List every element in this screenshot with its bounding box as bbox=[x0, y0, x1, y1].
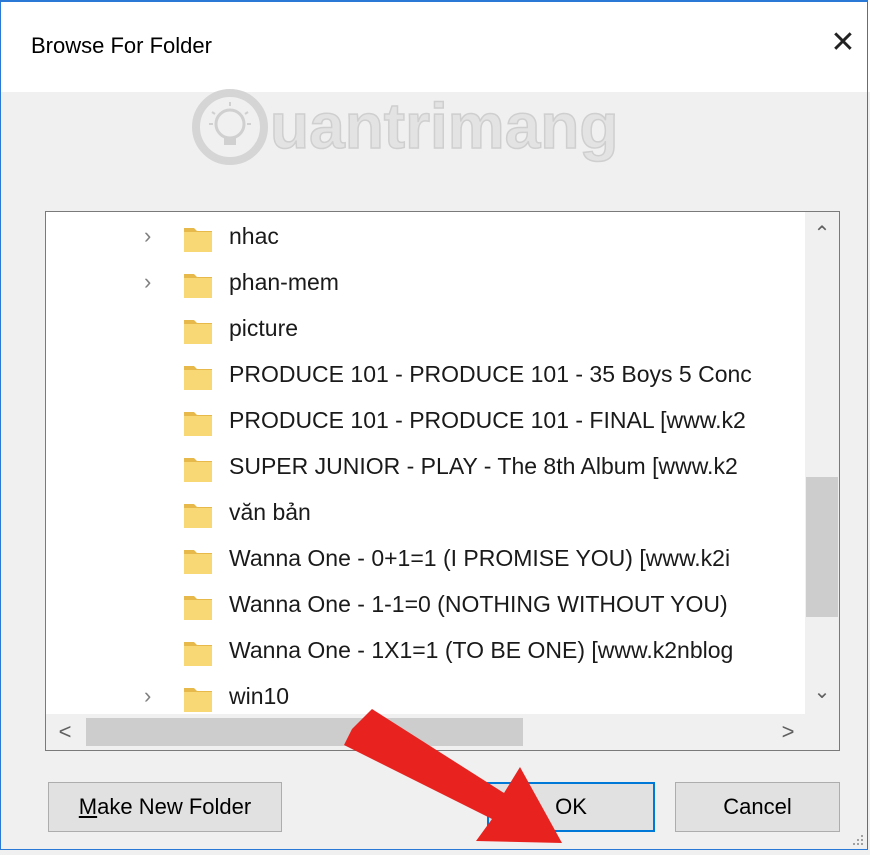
tree-item-label: Wanna One - 1-1=0 (NOTHING WITHOUT YOU) bbox=[229, 591, 728, 617]
tree-item[interactable]: › nhac bbox=[46, 214, 806, 260]
scroll-right-icon[interactable]: > bbox=[771, 714, 805, 750]
tree-item-label: phan-mem bbox=[229, 269, 339, 295]
folder-icon bbox=[184, 550, 212, 574]
tree-item-label: PRODUCE 101 - PRODUCE 101 - FINAL [www.k… bbox=[229, 407, 746, 433]
folder-icon bbox=[184, 688, 212, 712]
red-arrow-annotation bbox=[344, 709, 562, 843]
folder-icon bbox=[184, 596, 212, 620]
tree-item[interactable]: › phan-mem bbox=[46, 260, 806, 306]
expand-chevron-icon[interactable]: › bbox=[144, 225, 164, 247]
make-new-folder-label: ake New Folder bbox=[97, 794, 252, 819]
tree-item-label: nhac bbox=[229, 223, 279, 249]
folder-icon bbox=[184, 320, 212, 344]
tree-item-label: Wanna One - 0+1=1 (I PROMISE YOU) [www.k… bbox=[229, 545, 731, 571]
scroll-left-icon[interactable]: < bbox=[48, 714, 82, 750]
tree-item-label: SUPER JUNIOR - PLAY - The 8th Album [www… bbox=[229, 453, 738, 479]
folder-icon bbox=[184, 642, 212, 666]
tree-item-label: PRODUCE 101 - PRODUCE 101 - 35 Boys 5 Co… bbox=[229, 361, 752, 387]
make-new-folder-button[interactable]: Make New Folder bbox=[48, 782, 282, 832]
tree-item-label: picture bbox=[229, 315, 299, 341]
tree-item[interactable]: picture bbox=[46, 306, 806, 352]
close-icon[interactable]: ✕ bbox=[828, 28, 858, 58]
watermark-text: uantrimang bbox=[270, 90, 618, 162]
title-bar: Browse For Folder ✕ bbox=[0, 0, 870, 92]
resize-grip-icon[interactable] bbox=[850, 832, 864, 846]
tree-item[interactable]: Wanna One - 1X1=1 (TO BE ONE) [www.k2nbl… bbox=[46, 628, 806, 674]
tree-item[interactable]: PRODUCE 101 - PRODUCE 101 - 35 Boys 5 Co… bbox=[46, 352, 806, 398]
folder-icon bbox=[184, 458, 212, 482]
scroll-up-icon[interactable]: ⌃ bbox=[805, 220, 839, 248]
scroll-down-icon[interactable]: ⌄ bbox=[805, 678, 839, 706]
tree-item-label: văn bản bbox=[229, 499, 311, 525]
folder-icon bbox=[184, 228, 212, 252]
watermark-logo: uantrimang bbox=[192, 89, 619, 165]
folder-icon bbox=[184, 412, 212, 436]
expand-chevron-icon[interactable]: › bbox=[144, 685, 164, 707]
folder-tree[interactable]: › nhac › phan-mem picture PRODUCE 101 - PRODU… bbox=[45, 211, 840, 751]
tree-item[interactable]: văn bản bbox=[46, 490, 806, 536]
tree-item[interactable]: Wanna One - 0+1=1 (I PROMISE YOU) [www.k… bbox=[46, 536, 806, 582]
tree-item[interactable]: PRODUCE 101 - PRODUCE 101 - FINAL [www.k… bbox=[46, 398, 806, 444]
folder-icon bbox=[184, 366, 212, 390]
vertical-scrollbar[interactable]: ⌃ ⌄ bbox=[805, 212, 839, 715]
cancel-button[interactable]: Cancel bbox=[675, 782, 840, 832]
vertical-scroll-thumb[interactable] bbox=[806, 477, 838, 617]
folder-icon bbox=[184, 504, 212, 528]
tree-item[interactable]: Wanna One - 1-1=0 (NOTHING WITHOUT YOU) bbox=[46, 582, 806, 628]
tree-item[interactable]: SUPER JUNIOR - PLAY - The 8th Album [www… bbox=[46, 444, 806, 490]
tree-item-label: win10 bbox=[229, 683, 290, 709]
scroll-corner bbox=[805, 714, 839, 750]
window-title: Browse For Folder bbox=[31, 33, 212, 58]
make-new-folder-accelerator: M bbox=[78, 794, 98, 819]
tree-item-label: Wanna One - 1X1=1 (TO BE ONE) [www.k2nbl… bbox=[229, 637, 734, 663]
expand-chevron-icon[interactable]: › bbox=[144, 271, 164, 293]
folder-icon bbox=[184, 274, 212, 298]
